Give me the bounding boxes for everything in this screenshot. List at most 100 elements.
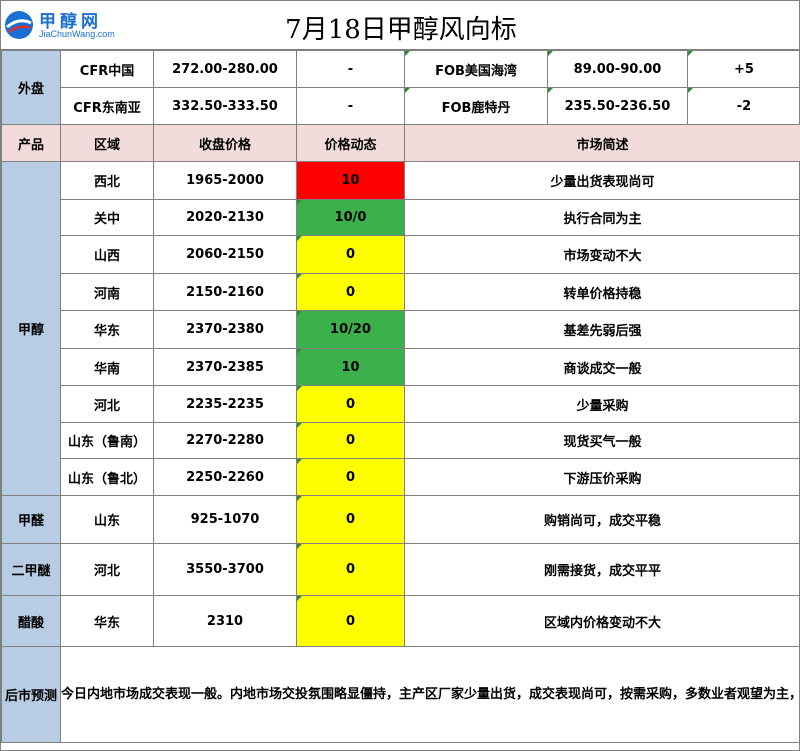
- price-change: 0: [296, 495, 405, 544]
- price-table: 外盘 CFR中国 272.00-280.00- FOB美国海湾 89.00-90.00 +…: [1, 50, 800, 743]
- external-label: 外盘: [1, 50, 61, 125]
- close-price: 1965-2000: [153, 161, 297, 200]
- cfr-name: CFR东南亚: [60, 87, 154, 125]
- price-change: 10: [296, 348, 405, 386]
- product-row: 河北 2235-2235 0 少量采购: [2, 385, 800, 423]
- price-table-body: 外盘 CFR中国 272.00-280.00- FOB美国海湾 89.00-90.00 +…: [1, 50, 800, 743]
- product-row: 关中 2020-2130 10/0 执行合同为主: [2, 199, 800, 236]
- market-summary: 刚需接货，成交平平: [404, 543, 800, 596]
- cell-marker-icon: [297, 386, 302, 391]
- cfr-change: -: [296, 87, 405, 125]
- region: 河北: [60, 543, 154, 596]
- market-summary: 执行合同为主: [404, 199, 800, 236]
- header-price: 收盘价格: [153, 124, 297, 162]
- market-summary: 下游压价采购: [404, 458, 800, 496]
- fob-name: FOB鹿特丹: [404, 87, 548, 125]
- product-name: 甲醛: [1, 495, 61, 544]
- region: 河南: [60, 273, 154, 311]
- close-price: 2250-2260: [153, 458, 297, 496]
- product-row: 华南 2370-2385 10 商谈成交一般: [2, 348, 800, 386]
- close-price: 925-1070: [153, 495, 297, 544]
- cell-marker-icon: [688, 88, 693, 93]
- fob-name: FOB美国海湾: [404, 50, 548, 88]
- cell-marker-icon: [297, 311, 302, 316]
- product-row: 甲醛 山东 925-1070 0 购销尚可，成交平稳: [1, 495, 800, 544]
- product-row: 醋酸 华东 2310 0 区域内价格变动不大: [1, 595, 800, 647]
- close-price: 2020-2130: [153, 199, 297, 236]
- region: 华东: [60, 310, 154, 349]
- price-change: 0: [296, 422, 405, 459]
- close-price: 2270-2280: [153, 422, 297, 459]
- price-change: 10: [296, 161, 405, 200]
- product-row: 二甲醚 河北 3550-3700 0 刚需接货，成交平平: [1, 543, 800, 596]
- cell-marker-icon: [297, 200, 302, 205]
- market-summary: 转单价格持稳: [404, 273, 800, 311]
- cell-marker-icon: [297, 423, 302, 428]
- product-row: 河南 2150-2160 0 转单价格持稳: [2, 273, 800, 311]
- page-title: 7月18日甲醇风向标: [285, 15, 517, 45]
- close-price: 2060-2150: [153, 235, 297, 274]
- region: 山东: [60, 495, 154, 544]
- product-name: 二甲醚: [1, 543, 61, 596]
- cell-marker-icon: [297, 459, 302, 464]
- fob-price: 235.50-236.50: [547, 87, 688, 125]
- region: 山东（鲁北）: [60, 458, 154, 496]
- cell-marker-icon: [405, 88, 410, 93]
- region: 西北: [60, 161, 154, 200]
- cell-marker-icon: [297, 274, 302, 279]
- cell-marker-icon: [548, 51, 553, 56]
- cell-marker-icon: [297, 544, 302, 549]
- header-region: 区域: [60, 124, 154, 162]
- header-change: 价格动态: [296, 124, 405, 162]
- cell-marker-icon: [688, 51, 693, 56]
- price-change: 0: [296, 235, 405, 274]
- cell-marker-icon: [548, 88, 553, 93]
- cfr-price: 332.50-333.50: [153, 87, 297, 125]
- region: 山西: [60, 235, 154, 274]
- external-row: 外盘 CFR中国 272.00-280.00- FOB美国海湾 89.00-90.00 +…: [1, 50, 800, 125]
- cell-marker-icon: [297, 596, 302, 601]
- region: 关中: [60, 199, 154, 236]
- region: 河北: [60, 385, 154, 423]
- market-summary: 现货买气一般: [404, 422, 800, 459]
- cfr-price: 272.00-280.00: [153, 50, 297, 88]
- product-row: 华东 2370-2380 10/20 基差先弱后强: [2, 310, 800, 349]
- price-change: 0: [296, 273, 405, 311]
- region: 华东: [60, 595, 154, 647]
- price-change: 0: [296, 595, 405, 647]
- close-price: 3550-3700: [153, 543, 297, 596]
- cfr-name: CFR中国: [60, 50, 154, 88]
- title-row: 甲醇网 JiaChunWang.com 7月18日甲醇风向标: [1, 1, 799, 50]
- market-summary: 区域内价格变动不大: [404, 595, 800, 647]
- header-product: 产品: [1, 124, 61, 162]
- region: 山东（鲁南）: [60, 422, 154, 459]
- cfr-change: -: [296, 50, 405, 88]
- product-row: 山东（鲁北） 2250-2260 0 下游压价采购: [2, 458, 800, 496]
- forecast-label: 后市预测: [1, 646, 61, 743]
- price-sheet: 甲醇网 JiaChunWang.com 7月18日甲醇风向标 外盘 CFR中国 27…: [0, 0, 800, 751]
- close-price: 2235-2235: [153, 385, 297, 423]
- fob-change: -2: [687, 87, 800, 125]
- forecast-row: 后市预测 今日内地市场成交表现一般。内地市场交投氛围略显僵持，主产区厂家少量出货，…: [1, 646, 800, 743]
- market-summary: 市场变动不大: [404, 235, 800, 274]
- price-change: 10/0: [296, 199, 405, 236]
- forecast-text: 今日内地市场成交表现一般。内地市场交投氛围略显僵持，主产区厂家少量出货，成交表现…: [60, 646, 800, 743]
- market-summary: 商谈成交一般: [404, 348, 800, 386]
- product-name: 甲醇: [1, 161, 61, 496]
- market-summary: 基差先弱后强: [404, 310, 800, 349]
- market-summary: 少量采购: [404, 385, 800, 423]
- product-name: 醋酸: [1, 595, 61, 647]
- close-price: 2370-2380: [153, 310, 297, 349]
- market-summary: 购销尚可，成交平稳: [404, 495, 800, 544]
- external-row: CFR东南亚 332.50-333.50- FOB鹿特丹 235.50-236.50-…: [2, 87, 800, 125]
- product-row: 甲醇 西北 1965-2000 10 少量出货表现尚可: [1, 161, 800, 496]
- cell-marker-icon: [405, 51, 410, 56]
- price-change: 0: [296, 458, 405, 496]
- price-change: 0: [296, 543, 405, 596]
- product-row: 山东（鲁南） 2270-2280 0 现货买气一般: [2, 422, 800, 459]
- product-row: 山西 2060-2150 0 市场变动不大: [2, 235, 800, 274]
- header-summary: 市场简述: [404, 124, 800, 162]
- cell-marker-icon: [297, 236, 302, 241]
- market-summary: 少量出货表现尚可: [404, 161, 800, 200]
- cell-marker-icon: [297, 349, 302, 354]
